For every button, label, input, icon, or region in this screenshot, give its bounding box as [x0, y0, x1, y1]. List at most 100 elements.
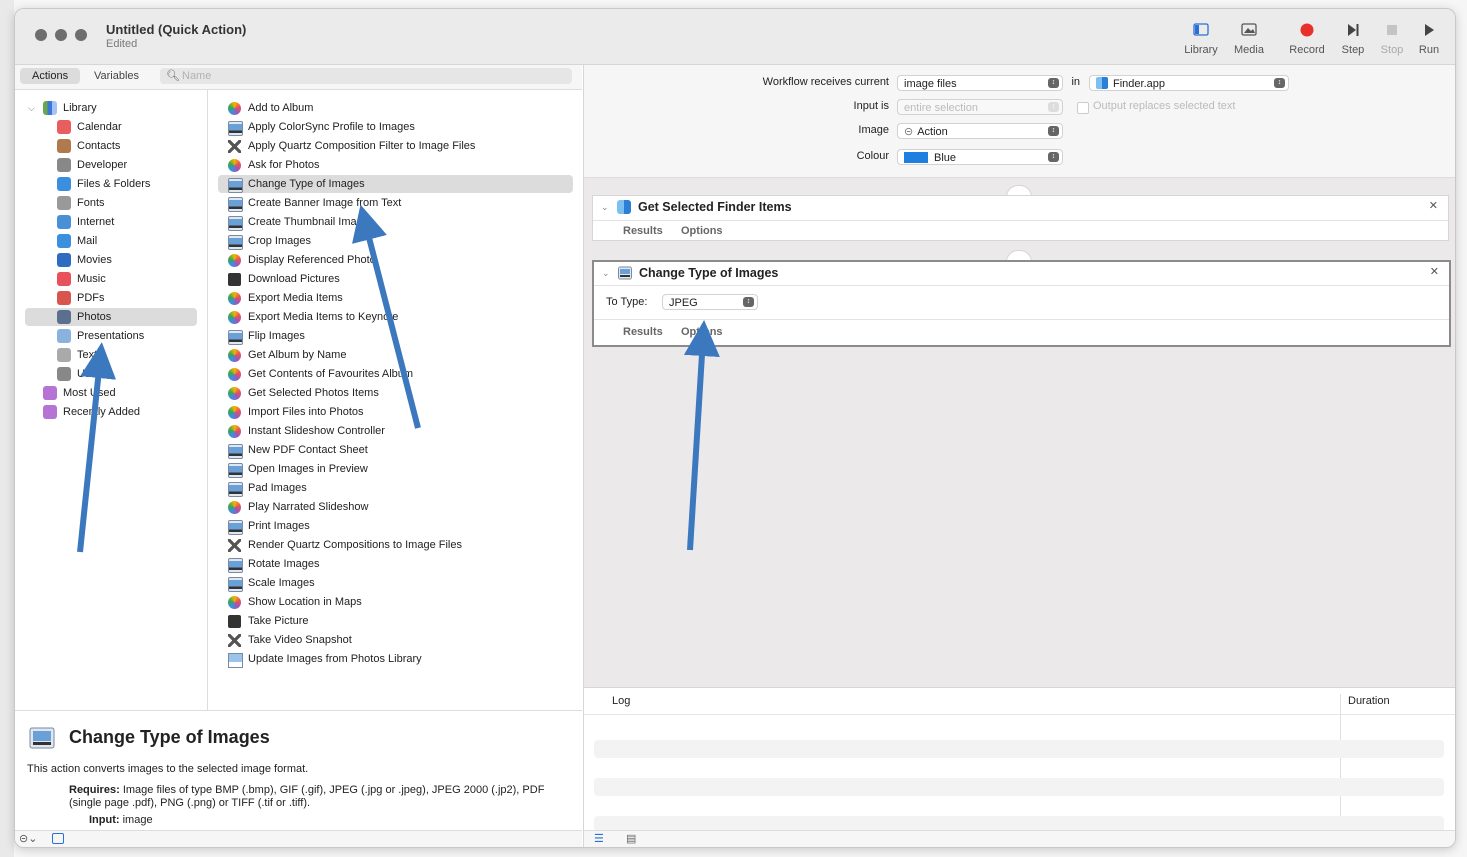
left-pane: Actions Variables 🔍︎ Name ⌵ Library Cale…	[15, 65, 582, 847]
sidebar-item-presentations[interactable]: Presentations	[25, 327, 197, 345]
sidebar-smart-recently-added[interactable]: Recently Added	[25, 403, 197, 421]
preview-image-icon	[228, 520, 243, 535]
close-window-button[interactable]	[35, 29, 47, 41]
sidebar-item-files-folders[interactable]: Files & Folders	[25, 175, 197, 193]
description-title: Change Type of Images	[69, 727, 270, 747]
calendar-icon	[57, 120, 71, 134]
sidebar-item-pdfs[interactable]: PDFs	[25, 289, 197, 307]
description-input: Input: image	[89, 814, 153, 826]
list-view-icon[interactable]: ☰	[594, 832, 604, 845]
log-header: Log Duration	[584, 688, 1455, 715]
sidebar-item-fonts[interactable]: Fonts	[25, 194, 197, 212]
receives-popup[interactable]: image files ↕	[897, 75, 1063, 91]
zoom-window-button[interactable]	[75, 29, 87, 41]
options-toggle[interactable]: Options	[681, 326, 723, 338]
action-card-change-type-of-images[interactable]: ⌄ Change Type of Images ✕ To Type: JPEG ↕…	[592, 260, 1451, 347]
action-item[interactable]: Scale Images	[218, 574, 573, 592]
colour-popup[interactable]: Blue ↕	[897, 149, 1063, 165]
action-item[interactable]: Export Media Items	[218, 289, 573, 307]
description-panel: Change Type of Images This action conver…	[15, 710, 582, 831]
popup-arrows-icon: ↕	[1048, 126, 1059, 136]
action-item[interactable]: Play Narrated Slideshow	[218, 498, 573, 516]
log-column-divider	[1340, 694, 1341, 830]
action-item[interactable]: Display Referenced Photo	[218, 251, 573, 269]
action-item[interactable]: Apply Quartz Composition Filter to Image…	[218, 137, 573, 155]
action-label: Apply Quartz Composition Filter to Image…	[248, 140, 476, 152]
run-button[interactable]: Run	[1404, 21, 1454, 56]
sidebar-item-photos[interactable]: Photos	[25, 308, 197, 326]
action-item[interactable]: Create Thumbnail Images	[218, 213, 573, 231]
action-item[interactable]: Rotate Images	[218, 555, 573, 573]
in-app-popup[interactable]: Finder.app ↕	[1089, 75, 1289, 91]
action-menu-icon[interactable]: ⊝⌄	[19, 832, 37, 845]
action-item[interactable]: Take Video Snapshot	[218, 631, 573, 649]
output-replaces-checkbox[interactable]	[1077, 102, 1089, 114]
close-icon[interactable]: ✕	[1430, 265, 1439, 278]
movies-icon	[57, 253, 71, 267]
sidebar-item-utilities[interactable]: Utilities	[25, 365, 197, 383]
image-popup[interactable]: ⊝ Action ↕	[897, 123, 1063, 139]
split-view-icon[interactable]: ▤	[626, 832, 636, 845]
action-item[interactable]: Change Type of Images	[218, 175, 573, 193]
action-item[interactable]: Render Quartz Compositions to Image File…	[218, 536, 573, 554]
action-item[interactable]: Get Selected Photos Items	[218, 384, 573, 402]
sidebar-item-music[interactable]: Music	[25, 270, 197, 288]
action-item[interactable]: New PDF Contact Sheet	[218, 441, 573, 459]
results-toggle[interactable]: Results	[623, 326, 663, 338]
input-is-popup[interactable]: entire selection ↕	[897, 99, 1063, 115]
search-placeholder: Name	[182, 70, 212, 82]
action-item[interactable]: Add to Album	[218, 99, 573, 117]
log-column-header[interactable]: Log	[612, 695, 630, 707]
description-toggle-icon[interactable]	[52, 833, 64, 844]
action-item[interactable]: Pad Images	[218, 479, 573, 497]
action-item[interactable]: Ask for Photos	[218, 156, 573, 174]
library-button[interactable]: Library	[1176, 21, 1226, 56]
action-item[interactable]: Take Picture	[218, 612, 573, 630]
sidebar-item-internet[interactable]: Internet	[25, 213, 197, 231]
sidebar-item-calendar[interactable]: Calendar	[25, 118, 197, 136]
chevron-down-icon[interactable]: ⌄	[602, 268, 610, 279]
sidebar-item-text[interactable]: Text	[25, 346, 197, 364]
action-item[interactable]: Download Pictures	[218, 270, 573, 288]
record-button[interactable]: Record	[1282, 21, 1332, 56]
sidebar-item-mail[interactable]: Mail	[25, 232, 197, 250]
action-item[interactable]: Open Images in Preview	[218, 460, 573, 478]
library-root[interactable]: ⌵ Library	[25, 99, 197, 117]
sidebar-item-contacts[interactable]: Contacts	[25, 137, 197, 155]
results-toggle[interactable]: Results	[623, 225, 663, 237]
action-item[interactable]: Flip Images	[218, 327, 573, 345]
action-item[interactable]: Create Banner Image from Text	[218, 194, 573, 212]
action-item[interactable]: Apply ColorSync Profile to Images	[218, 118, 573, 136]
to-type-popup[interactable]: JPEG ↕	[662, 294, 758, 310]
options-toggle[interactable]: Options	[681, 225, 723, 237]
media-button[interactable]: Media	[1224, 21, 1274, 56]
tab-actions[interactable]: Actions	[20, 68, 81, 84]
actions-list: Add to Album Apply ColorSync Profile to I…	[208, 90, 582, 710]
action-label: New PDF Contact Sheet	[248, 444, 368, 456]
chevron-down-icon[interactable]: ⌄	[601, 202, 609, 213]
action-item[interactable]: Get Album by Name	[218, 346, 573, 364]
action-item[interactable]: Show Location in Maps	[218, 593, 573, 611]
close-icon[interactable]: ✕	[1429, 199, 1438, 212]
action-label: Rotate Images	[248, 558, 320, 570]
action-item[interactable]: Crop Images	[218, 232, 573, 250]
search-field[interactable]: 🔍︎ Name	[160, 68, 572, 84]
action-item[interactable]: Print Images	[218, 517, 573, 535]
sidebar-smart-most-used[interactable]: Most Used	[25, 384, 197, 402]
action-item[interactable]: Get Contents of Favourites Album	[218, 365, 573, 383]
action-item[interactable]: Instant Slideshow Controller	[218, 422, 573, 440]
smart-folder-icon	[43, 405, 57, 419]
duration-column-header[interactable]: Duration	[1348, 695, 1390, 707]
action-item[interactable]: Export Media Items to Keynote	[218, 308, 573, 326]
action-label: Render Quartz Compositions to Image File…	[248, 539, 462, 551]
input-is-value: entire selection	[904, 102, 978, 114]
action-item[interactable]: Import Files into Photos	[218, 403, 573, 421]
action-label: Take Video Snapshot	[248, 634, 352, 646]
sidebar-item-movies[interactable]: Movies	[25, 251, 197, 269]
sidebar-item-developer[interactable]: Developer	[25, 156, 197, 174]
action-card-get-selected-finder-items[interactable]: ⌄ Get Selected Finder Items ✕ Results Op…	[592, 195, 1449, 241]
minimize-window-button[interactable]	[55, 29, 67, 41]
photos-app-icon	[228, 368, 241, 381]
action-item[interactable]: Update Images from Photos Library	[218, 650, 573, 668]
tab-variables[interactable]: Variables	[82, 68, 151, 84]
